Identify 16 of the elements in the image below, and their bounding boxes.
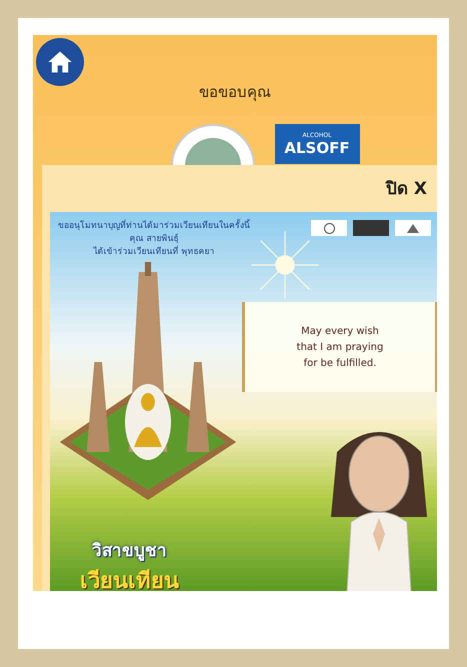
wish-text: for be fulfilled.: [304, 358, 376, 368]
close-button[interactable]: ปิด X: [386, 173, 427, 201]
sponsor-logo-icon: [353, 220, 389, 236]
logo-name: ALSOFF: [284, 138, 350, 156]
wish-text: May every wish: [301, 326, 379, 336]
event-title: เวียนเทียน: [80, 568, 179, 591]
thank-you-title: ขอขอบคุณ: [199, 82, 271, 104]
sponsor-logo-icon: [395, 220, 431, 236]
sun-drawing: [250, 230, 320, 300]
caption-text: ขออนุโมทนาบุญที่ท่านได้มาร่วมเวียนเทียนในครั้งนี้: [58, 220, 250, 233]
caption-text: ได้เข้าร่วมเวียนเทียนที่ พุทธคยา: [92, 246, 216, 259]
event-subtitle: วิสาขบูชา: [91, 540, 168, 563]
home-button[interactable]: [36, 38, 84, 86]
sponsor-logo-icon: [311, 220, 347, 236]
caption-text: คุณ สายพินธุ์: [128, 233, 180, 245]
wish-text: that I am praying: [296, 342, 384, 352]
